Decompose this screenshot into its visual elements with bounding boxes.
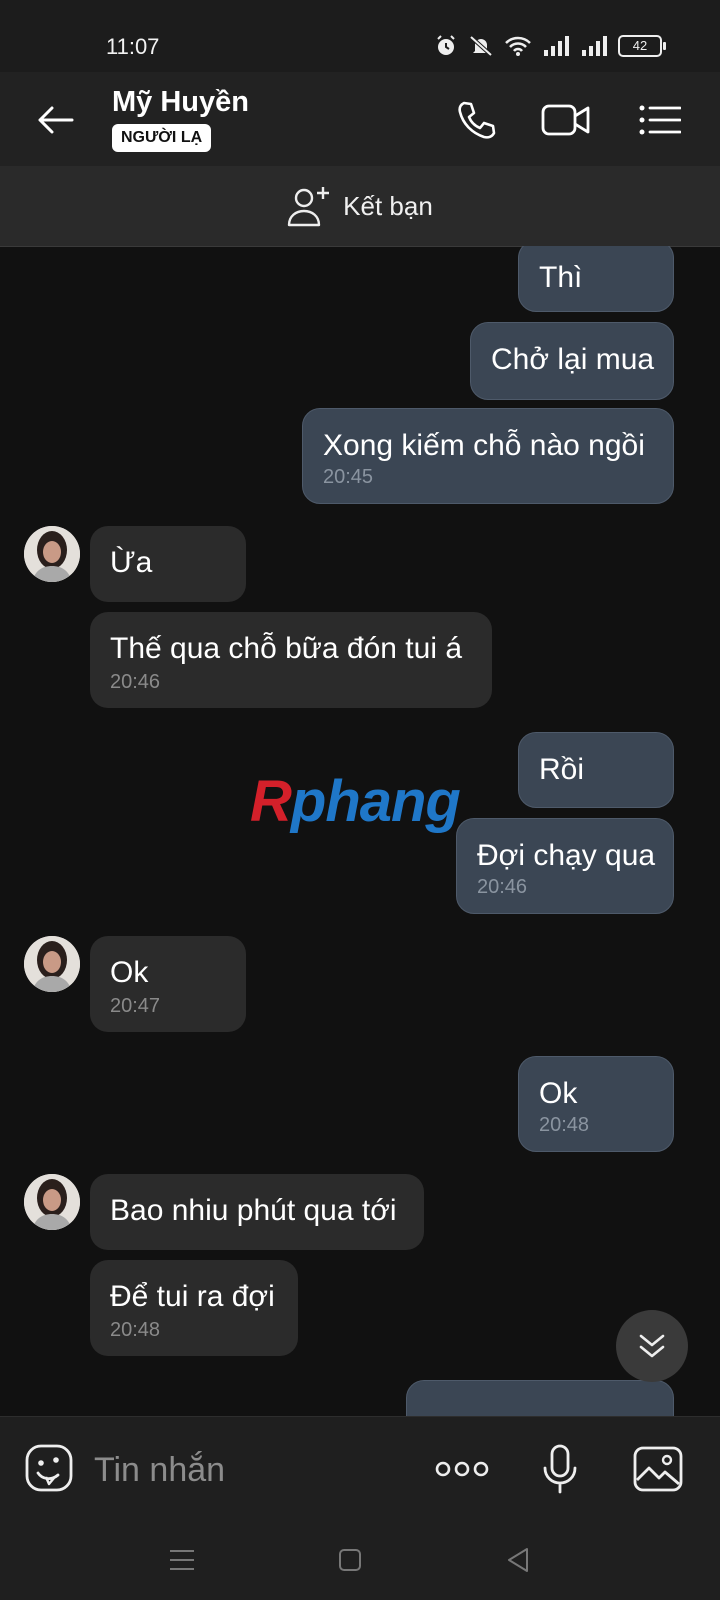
signal-icon [544,36,569,56]
status-bar: 11:07 42 [0,0,720,72]
message-text: Ừa [110,546,153,579]
message-bubble-in[interactable]: Ok 20:47 [90,936,246,1032]
message-bubble-out-partial[interactable] [406,1380,674,1416]
wifi-icon [505,36,531,56]
status-icons: 42 [434,34,666,58]
voice-message-button[interactable] [532,1443,588,1495]
message-time: 20:45 [323,466,374,488]
message-bubble-in[interactable]: Thế qua chỗ bữa đón tui á 20:46 [90,612,492,708]
square-icon [339,1549,361,1571]
add-friend-bar[interactable]: Kết bạn [0,166,720,247]
watermark-first-letter: R [250,769,292,834]
message-text: Xong kiếm chỗ nào ngồi [323,429,645,462]
message-text: Ok [539,1077,578,1110]
message-bubble-out[interactable]: Xong kiếm chỗ nào ngồi 20:45 [302,408,674,504]
message-bubble-in[interactable]: Để tui ra đợi 20:48 [90,1260,298,1356]
home-button[interactable] [328,1540,372,1580]
message-text: Rồi [539,753,585,786]
stranger-badge: NGƯỜI LẠ [112,124,212,152]
watermark-logo: Rphang [250,768,461,835]
message-text: Thế qua chỗ bữa đón tui á [110,632,463,665]
recent-apps-button[interactable] [160,1540,204,1580]
video-camera-icon [541,104,590,136]
message-time: 20:48 [110,1319,161,1341]
chat-header: Mỹ Huyền NGƯỜI LẠ [0,72,720,166]
double-chevron-down-icon [639,1334,665,1358]
message-text: Đợi chạy qua [477,839,656,872]
system-navigation-bar [0,1522,720,1600]
message-bubble-out[interactable]: Rồi [518,732,674,808]
status-time: 11:07 [106,34,160,59]
list-menu-icon [639,105,681,135]
add-user-icon [287,187,330,227]
alarm-icon [437,35,455,55]
message-bubble-out[interactable]: Ok 20:48 [518,1056,674,1152]
bell-muted-icon [469,35,493,57]
more-dots-icon [435,1461,489,1477]
message-time: 20:47 [110,995,161,1017]
arrow-left-icon [38,106,74,134]
battery-indicator: 42 [618,35,666,57]
message-bubble-in[interactable]: Bao nhiu phút qua tới [90,1174,424,1250]
message-input[interactable] [92,1443,416,1497]
scroll-to-bottom-button[interactable] [616,1310,688,1382]
watermark-rest: phang [290,769,461,834]
more-options-button[interactable] [434,1443,490,1495]
message-time: 20:46 [110,671,161,693]
triangle-back-icon [508,1548,528,1572]
message-text: Chở lại mua [491,343,655,376]
message-bubble-out[interactable]: Thì [518,246,674,312]
message-bubble-out[interactable]: Chở lại mua [470,322,674,400]
microphone-icon [543,1444,577,1494]
composer-bar [0,1416,720,1523]
phone-icon [458,101,496,139]
emoji-button[interactable] [24,1443,76,1495]
message-list[interactable]: Thì Chở lại mua Xong kiếm chỗ nào ngồi 2… [0,246,720,1416]
video-call-button[interactable] [540,94,592,146]
back-nav-button[interactable] [496,1540,540,1580]
signal-icon [582,36,607,56]
message-bubble-out[interactable]: Đợi chạy qua 20:46 [456,818,674,914]
message-text: Bao nhiu phút qua tới [110,1194,397,1227]
contact-avatar[interactable] [24,1174,80,1230]
add-friend-label: Kết bạn [343,190,433,221]
message-text: Để tui ra đợi [110,1280,275,1313]
contact-avatar[interactable] [24,526,80,582]
message-text: Ok [110,956,149,989]
send-image-button[interactable] [630,1443,686,1495]
contact-avatar[interactable] [24,936,80,992]
message-time: 20:48 [539,1114,590,1136]
image-icon [633,1446,683,1492]
menu-button[interactable] [634,94,686,146]
message-bubble-in[interactable]: Ừa [90,526,246,602]
avatar-photo [24,1174,80,1230]
emoji-icon [25,1444,73,1492]
message-time: 20:46 [477,876,528,898]
call-button[interactable] [450,94,502,146]
avatar-photo [24,526,80,582]
avatar-photo [24,936,80,992]
message-text: Thì [539,261,583,294]
contact-name[interactable]: Mỹ Huyền [112,86,249,119]
menu-lines-icon [170,1550,194,1570]
back-button[interactable] [28,94,82,146]
